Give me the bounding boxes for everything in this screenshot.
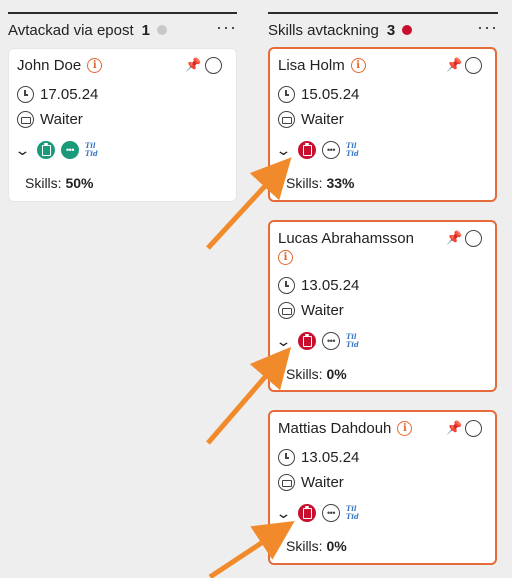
candidate-name: Lisa Holm [278, 57, 345, 74]
skills-label: Skills: [286, 538, 323, 554]
select-circle-icon[interactable] [465, 57, 482, 74]
more-icon[interactable]: ··· [477, 18, 498, 39]
candidate-name: Lucas Abrahamsson [278, 230, 414, 247]
select-circle-icon[interactable] [465, 230, 482, 247]
tiltid-logo[interactable]: Til Tid [346, 505, 359, 521]
column-avtackad-via-epost: Avtackad via epost 1 ··· [8, 12, 237, 46]
role-row: Waiter [278, 111, 344, 128]
skills-label: Skills: [25, 175, 62, 191]
status-dot-icon [402, 25, 413, 35]
pin-icon[interactable]: 📌 [446, 57, 462, 73]
candidate-card-lisa-holm[interactable]: Lisa Holm i 📌 15.05.24 Waiter ⌄ ••• Til T… [268, 47, 497, 202]
column-title: Skills avtackning [268, 21, 379, 39]
clock-icon [17, 86, 34, 103]
column-skills-avtackning: Skills avtackning 3 ··· [268, 12, 498, 46]
info-icon[interactable]: i [87, 58, 103, 73]
clock-icon [278, 449, 295, 466]
date-row: 17.05.24 [17, 86, 98, 103]
skills-value: 0% [326, 538, 347, 554]
column-count: 3 [386, 21, 396, 39]
column-count: 1 [141, 21, 150, 39]
skills-row: Skills: 50% [25, 175, 93, 191]
briefcase-icon [278, 302, 295, 319]
date-row: 13.05.24 [278, 449, 359, 466]
chat-icon[interactable]: ••• [322, 332, 340, 350]
candidate-name: Mattias Dahdouh [278, 420, 392, 437]
more-icon[interactable]: ··· [216, 18, 237, 39]
skills-value: 0% [326, 366, 347, 382]
date-row: 15.05.24 [278, 86, 359, 103]
candidate-card-lucas-abrahamsson[interactable]: Lucas Abrahamsson i 📌 13.05.24 Waiter ⌄ … [268, 220, 497, 392]
chat-icon[interactable]: ••• [322, 504, 340, 522]
card-name-row: Mattias Dahdouh i [278, 420, 413, 437]
select-circle-icon[interactable] [465, 420, 482, 437]
column-title: Avtackad via epost [8, 21, 134, 39]
candidate-name: John Doe [17, 57, 82, 74]
clock-icon [278, 86, 295, 103]
candidate-role: Waiter [301, 302, 344, 319]
card-actions: ⌄ ••• Til Tid [275, 504, 359, 522]
skills-value: 33% [326, 175, 355, 191]
chat-icon[interactable]: ••• [61, 141, 79, 159]
clipboard-icon[interactable] [37, 141, 55, 159]
select-circle-icon[interactable] [205, 57, 222, 74]
tiltid-logo[interactable]: Til Tid [346, 333, 359, 349]
pin-icon[interactable]: 📌 [185, 57, 201, 73]
clipboard-icon[interactable] [298, 332, 316, 350]
candidate-role: Waiter [301, 474, 344, 491]
chevron-down-icon[interactable]: ⌄ [275, 333, 295, 350]
info-icon[interactable]: i [397, 421, 413, 436]
card-actions: ⌄ ••• Til Tid [14, 141, 98, 159]
candidate-role: Waiter [301, 111, 344, 128]
clock-icon [278, 277, 295, 294]
chat-icon[interactable]: ••• [322, 141, 340, 159]
clipboard-icon[interactable] [298, 141, 316, 159]
briefcase-icon [17, 111, 34, 128]
skills-row: Skills: 0% [286, 538, 347, 554]
skills-label: Skills: [286, 175, 323, 191]
role-row: Waiter [278, 474, 344, 491]
column-header: Avtackad via epost 1 ··· [8, 14, 237, 46]
role-row: Waiter [17, 111, 83, 128]
skills-value: 50% [65, 175, 94, 191]
candidate-date: 13.05.24 [301, 277, 360, 294]
candidate-date: 13.05.24 [301, 449, 360, 466]
status-dot-icon [156, 25, 167, 35]
card-name-row: Lucas Abrahamsson i [278, 230, 414, 265]
candidate-date: 17.05.24 [40, 86, 99, 103]
tiltid-logo[interactable]: Til Tid [346, 142, 359, 158]
pin-icon[interactable]: 📌 [446, 230, 462, 246]
chevron-down-icon[interactable]: ⌄ [275, 505, 295, 522]
tiltid-logo[interactable]: Til Tid [85, 142, 98, 158]
candidate-date: 15.05.24 [301, 86, 360, 103]
date-row: 13.05.24 [278, 277, 359, 294]
briefcase-icon [278, 111, 295, 128]
info-icon[interactable]: i [350, 58, 366, 73]
skills-row: Skills: 33% [286, 175, 354, 191]
role-row: Waiter [278, 302, 344, 319]
column-header: Skills avtackning 3 ··· [268, 14, 498, 46]
candidate-role: Waiter [40, 111, 83, 128]
skills-label: Skills: [286, 366, 323, 382]
card-actions: ⌄ ••• Til Tid [275, 332, 359, 350]
candidate-card-mattias-dahdouh[interactable]: Mattias Dahdouh i 📌 13.05.24 Waiter ⌄ ••… [268, 410, 497, 565]
candidate-card-john-doe[interactable]: John Doe i 📌 17.05.24 Waiter ⌄ ••• Til Ti… [8, 48, 237, 202]
chevron-down-icon[interactable]: ⌄ [14, 142, 34, 159]
card-name-row: Lisa Holm i [278, 57, 366, 74]
card-actions: ⌄ ••• Til Tid [275, 141, 359, 159]
skills-row: Skills: 0% [286, 366, 347, 382]
briefcase-icon [278, 474, 295, 491]
info-icon[interactable]: i [278, 250, 293, 265]
chevron-down-icon[interactable]: ⌄ [275, 142, 295, 159]
clipboard-icon[interactable] [298, 504, 316, 522]
card-name-row: John Doe i [17, 57, 103, 74]
pin-icon[interactable]: 📌 [446, 420, 462, 436]
